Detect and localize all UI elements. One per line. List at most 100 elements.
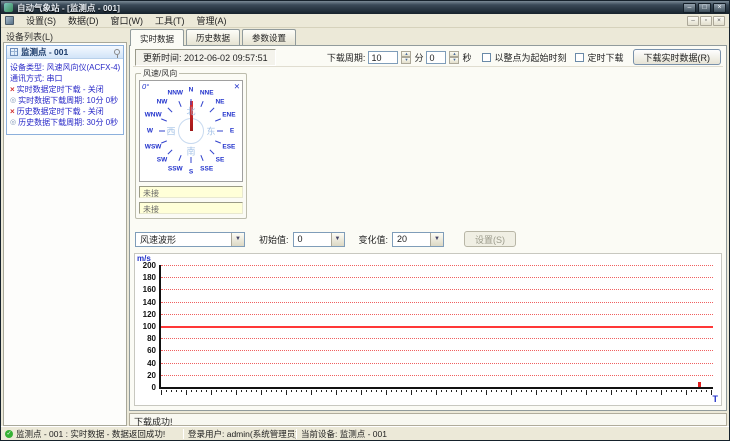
device-card[interactable]: 监测点 - 001 设备类型: 风速风向仪(ACFX-4) 通讯方式: 串口 × 实时… <box>6 45 124 135</box>
menu-item[interactable]: 管理(A) <box>191 13 233 28</box>
gridline <box>161 277 713 279</box>
tab-0[interactable]: 实时数据 <box>130 29 185 46</box>
close-icon[interactable]: × <box>713 2 726 13</box>
mdi-minimize-icon[interactable]: – <box>687 15 699 26</box>
success-icon: ✓ <box>5 429 13 438</box>
compass-tick-icon <box>200 101 204 108</box>
child-status-bar: 下载成功! <box>129 413 727 427</box>
y-tick-label: 100 <box>142 322 156 331</box>
pin-icon[interactable] <box>114 49 120 58</box>
compass-direction-label: S <box>188 168 194 176</box>
menu-item[interactable]: 数据(D) <box>62 13 105 28</box>
closed-x-icon: × <box>10 107 15 116</box>
gridline <box>161 289 713 291</box>
minutes-unit: 分 <box>414 52 424 63</box>
update-time-value: 2012-06-02 09:57:51 <box>184 52 268 63</box>
timer-download-checkbox[interactable] <box>575 52 585 62</box>
compass-rose: N NNE NE ENE E ESE SE SSE S SSW SW WSW W WNW NW NNW 北东南西 <box>141 81 241 181</box>
compass-direction-label: ENE <box>222 111 236 119</box>
compass-direction-label: NW <box>156 98 168 106</box>
compass-direction-label: NNW <box>167 89 184 97</box>
minimize-icon[interactable]: – <box>683 2 696 13</box>
device-info-line: 设备类型: 风速风向仪(ACFX-4) <box>10 63 121 72</box>
menu-item[interactable]: 工具(T) <box>149 13 191 28</box>
content-area: 设备列表(L) 监测点 - 001 设备类型: 风速风向仪(ACFX-4) 通讯方… <box>1 28 729 427</box>
tab-2[interactable]: 参数设置 <box>242 29 297 45</box>
compass-direction-label: WNW <box>144 111 162 119</box>
compass-tick-icon <box>159 130 165 132</box>
device-list-header: 设备列表(L) <box>6 32 53 42</box>
timer-download-label: 定时下载 <box>587 52 624 63</box>
y-tick-label: 40 <box>147 358 156 368</box>
minutes-input[interactable]: 10 <box>368 50 399 64</box>
gridline <box>161 265 713 266</box>
gridline <box>161 313 713 315</box>
update-time-box: 更新时间: 2012-06-02 09:57:51 <box>135 48 276 66</box>
tab-1[interactable]: 历史数据 <box>186 29 241 45</box>
menu-item[interactable]: 窗口(W) <box>105 13 150 28</box>
mdi-close-icon[interactable]: × <box>713 15 725 26</box>
compass-direction-label: NNE <box>199 89 214 97</box>
status-login-user: 登录用户: admin(系统管理员) <box>188 428 296 439</box>
compass-tick-icon <box>217 130 223 132</box>
compass-tick-icon <box>178 101 182 108</box>
compass-cardinal-cn-label: 西 <box>166 126 176 137</box>
wind-marker-icon: ✕ <box>233 82 240 91</box>
compass-direction-label: NE <box>215 98 225 106</box>
compass-direction-label: SSE <box>200 165 214 173</box>
app-window: 自动气象站 - [监测点 - 001] – □ × 设置(S) 数据(D) 窗口(W… <box>0 0 730 441</box>
seconds-stepper[interactable]: ▲ ▼ <box>449 50 460 64</box>
y-tick-label: 160 <box>142 285 156 295</box>
gridline <box>161 362 713 364</box>
change-value-select[interactable]: 20 ▼ <box>392 231 445 247</box>
time-cursor-icon <box>698 382 701 387</box>
wind-group-box: 风速/风向 0° ✕ N NNE NE ENE E ESE SE SSE S SSW SW WSW W W… <box>135 68 247 219</box>
wind-direction-field: 未接 <box>139 202 243 214</box>
initial-label: 初始值: <box>259 234 289 245</box>
compass-tick-icon <box>214 118 221 122</box>
device-title: 监测点 - 001 <box>21 47 69 57</box>
status-current-device: 当前设备: 监测点 - 001 <box>301 428 387 439</box>
compass-direction-label: SW <box>156 156 168 164</box>
seconds-input[interactable]: 0 <box>426 50 447 64</box>
download-realtime-button[interactable]: 下载实时数据(R) <box>632 49 721 65</box>
device-info-line: × 历史数据定时下载 - 关闭 <box>10 107 104 116</box>
compass-tick-icon <box>168 149 173 154</box>
compass-tick-icon <box>161 140 168 144</box>
compass-direction-label: W <box>146 127 154 135</box>
compass-tick-icon <box>214 140 221 144</box>
menu-item[interactable]: 设置(S) <box>20 13 62 28</box>
menu-bar: 设置(S) 数据(D) 窗口(W) 工具(T) 管理(A) – ▫ × <box>1 14 729 28</box>
y-tick-label: 80 <box>147 334 156 344</box>
chevron-down-icon: ▼ <box>231 232 244 246</box>
y-tick-label: 140 <box>142 297 156 307</box>
hour-start-checkbox[interactable] <box>482 52 492 62</box>
y-tick-label: 60 <box>147 346 156 356</box>
plot-area: 0 20 40 60 80 100 120 140 160 180 200 <box>143 261 713 395</box>
wind-direction-value: 0° <box>142 82 150 91</box>
wind-compass: 0° ✕ N NNE NE ENE E ESE SE SSE S SSW SW WSW W WNW NW NN… <box>139 80 243 182</box>
period-clock-icon: ◎ <box>10 119 17 126</box>
y-tick-label: 20 <box>147 370 156 380</box>
x-axis-label: T <box>712 394 719 404</box>
wind-speed-field: 未接 <box>139 186 243 198</box>
realtime-data-panel: 更新时间: 2012-06-02 09:57:51 下载周期: 10 ▲ ▼ 分 … <box>129 45 727 411</box>
compass-direction-label: N <box>188 86 194 94</box>
period-label: 下载周期: <box>326 52 366 63</box>
device-card-header[interactable]: 监测点 - 001 <box>7 46 123 59</box>
compass-direction-label: SSW <box>167 165 183 173</box>
waveform-select[interactable]: 风速波形 ▼ <box>135 231 245 247</box>
maximize-icon[interactable]: □ <box>698 2 711 13</box>
main-column: 实时数据 历史数据 参数设置 更新时间: 2012-06-02 09:57:51 下… <box>129 29 727 427</box>
initial-value-select[interactable]: 0 ▼ <box>292 231 345 247</box>
y-tick-label: 0 <box>151 383 156 392</box>
period-clock-icon: ◎ <box>10 97 17 104</box>
compass-tick-icon <box>209 149 214 154</box>
device-grid-icon <box>10 48 18 56</box>
compass-tick-icon <box>178 154 182 161</box>
mdi-restore-icon[interactable]: ▫ <box>700 15 712 26</box>
minutes-stepper[interactable]: ▲ ▼ <box>401 50 412 64</box>
mdi-child-icon[interactable] <box>5 16 14 25</box>
menu-bar-items: 设置(S) 数据(D) 窗口(W) 工具(T) 管理(A) <box>20 13 233 28</box>
settings-button[interactable]: 设置(S) <box>464 231 517 247</box>
